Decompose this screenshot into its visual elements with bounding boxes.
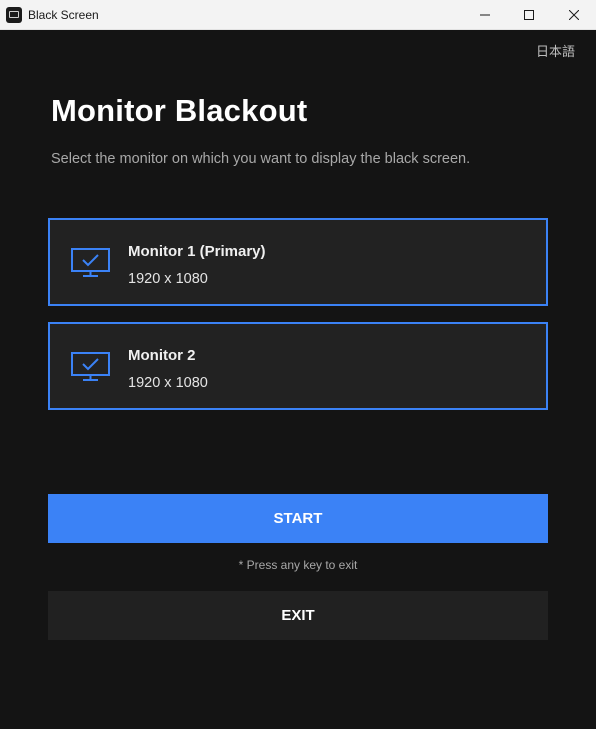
title-bar[interactable]: Black Screen bbox=[0, 0, 596, 30]
monitor-check-icon bbox=[71, 248, 110, 277]
minimize-button[interactable] bbox=[462, 0, 508, 30]
page-subtitle: Select the monitor on which you want to … bbox=[51, 151, 471, 167]
monitor-app-icon bbox=[6, 7, 22, 23]
app-window: Black Screen 日本語 Monitor Blackout Select… bbox=[0, 0, 596, 729]
monitor-name: Monitor 1 (Primary) bbox=[128, 243, 266, 260]
exit-hint: * Press any key to exit bbox=[238, 558, 358, 572]
monitor-resolution: 1920 x 1080 bbox=[128, 271, 208, 287]
page-title: Monitor Blackout bbox=[51, 93, 308, 128]
monitor-name: Monitor 2 bbox=[128, 347, 196, 364]
maximize-icon bbox=[524, 10, 534, 20]
monitor-option-1[interactable]: Monitor 1 (Primary) 1920 x 1080 bbox=[48, 218, 548, 306]
language-switch-link[interactable]: 日本語 bbox=[536, 43, 575, 61]
maximize-button[interactable] bbox=[506, 0, 552, 30]
close-icon bbox=[569, 10, 579, 20]
start-button[interactable]: START bbox=[48, 494, 548, 543]
monitor-check-icon bbox=[71, 352, 110, 381]
close-button[interactable] bbox=[551, 0, 596, 30]
exit-button[interactable]: EXIT bbox=[48, 591, 548, 640]
window-title: Black Screen bbox=[28, 8, 99, 22]
monitor-resolution: 1920 x 1080 bbox=[128, 375, 208, 391]
monitor-option-2[interactable]: Monitor 2 1920 x 1080 bbox=[48, 322, 548, 410]
minimize-icon bbox=[480, 14, 490, 16]
